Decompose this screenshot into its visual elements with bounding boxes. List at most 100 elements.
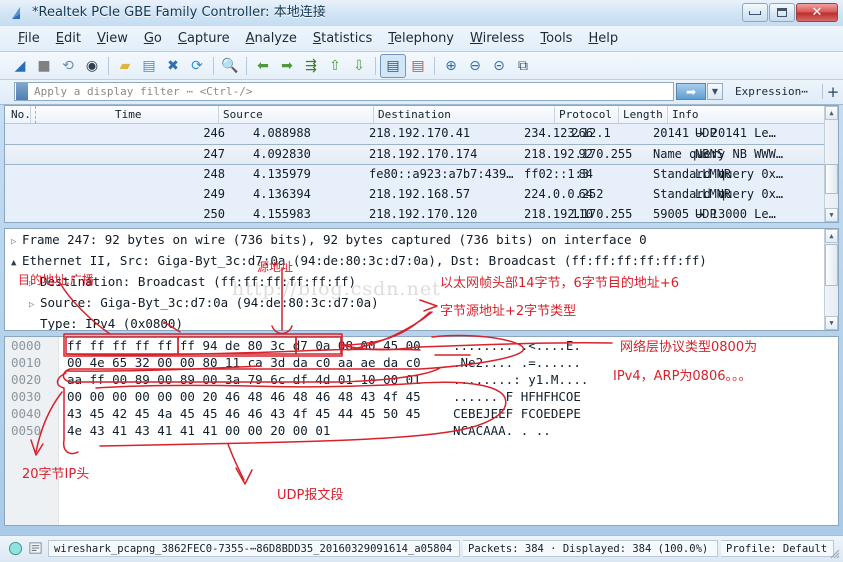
menu-telephony[interactable]: Telephony: [380, 29, 462, 48]
detail-row-destination[interactable]: ▷ Destination: Broadcast (ff:ff:ff:ff:ff:…: [5, 271, 838, 292]
filter-expression-button[interactable]: Expression⋯: [735, 83, 808, 100]
zoom-out-icon[interactable]: ⊖: [463, 55, 487, 77]
menu-go[interactable]: Go: [136, 29, 170, 48]
packet-detail-pane[interactable]: ▷ Frame 247: 92 bytes on wire (736 bits),…: [4, 228, 839, 331]
status-packet-counts: Packets: 384 · Displayed: 384 (100.0%): [463, 540, 718, 557]
menu-tools[interactable]: Tools: [532, 29, 580, 48]
go-first-packet-icon[interactable]: ⇧: [323, 55, 347, 77]
column-header-protocol[interactable]: Protocol: [559, 108, 612, 121]
column-header-dest[interactable]: Destination: [378, 108, 451, 121]
column-header-info[interactable]: Info: [672, 108, 699, 121]
scroll-up-icon[interactable]: ▲: [825, 229, 838, 243]
table-row-selected[interactable]: 247 4.092830 218.192.170.174 218.192.170…: [5, 144, 838, 165]
filter-history-dropdown[interactable]: ▼: [707, 83, 723, 100]
detail-row-type[interactable]: Type: IPv4 (0x0800): [5, 313, 838, 330]
packet-list-header[interactable]: No. Time Source Destination Protocol Len…: [5, 106, 838, 124]
column-header-source[interactable]: Source: [223, 108, 263, 121]
hex-row[interactable]: 0040 43 45 42 45 4a 45 45 46 46 43 4f 45…: [5, 405, 838, 422]
hex-row[interactable]: 0030 00 00 00 00 00 00 20 46 48 46 48 46…: [5, 388, 838, 405]
close-file-icon[interactable]: ✖: [161, 55, 185, 77]
hex-bytes[interactable]: 00 00 00 00 00 00 20 46 48 46 48 46 48 4…: [67, 388, 421, 405]
hex-ascii[interactable]: .Ne2.... .=......: [453, 354, 581, 371]
scroll-down-icon[interactable]: ▼: [825, 316, 838, 330]
reload-file-icon[interactable]: ⟳: [185, 55, 209, 77]
capture-options-icon[interactable]: ◉: [80, 55, 104, 77]
open-file-icon[interactable]: ▰: [113, 55, 137, 77]
status-profile[interactable]: Profile: Default: [721, 540, 834, 557]
menu-file[interactable]: File: [10, 29, 48, 48]
go-to-packet-icon[interactable]: ⇶: [299, 55, 323, 77]
scrollbar-thumb[interactable]: [825, 164, 838, 194]
cell-length: 92: [578, 147, 593, 161]
minimize-button[interactable]: [742, 3, 768, 22]
packet-list-pane[interactable]: No. Time Source Destination Protocol Len…: [4, 105, 839, 223]
start-capture-icon[interactable]: ◢: [8, 55, 32, 77]
hex-row[interactable]: 0000 ff ff ff ff ff ff 94 de 80 3c d7 0a…: [5, 337, 838, 354]
save-file-icon[interactable]: ▤: [137, 55, 161, 77]
table-row[interactable]: 248 4.135979 fe80::a923:a7b7:439… ff02::…: [5, 165, 838, 185]
column-header-no[interactable]: No.: [11, 108, 31, 121]
filter-bookmark-icon[interactable]: [16, 83, 28, 100]
hex-ascii[interactable]: ...... F HFHFHCOE: [453, 388, 581, 405]
detail-row-frame[interactable]: ▷ Frame 247: 92 bytes on wire (736 bits),…: [5, 229, 838, 250]
find-packet-icon-glyph: 🔍: [221, 57, 239, 74]
maximize-button[interactable]: [769, 3, 795, 22]
go-forward-icon[interactable]: ➡: [275, 55, 299, 77]
close-button[interactable]: ✕: [796, 3, 838, 22]
menu-edit[interactable]: Edit: [48, 29, 89, 48]
scroll-down-icon[interactable]: ▼: [825, 208, 838, 222]
scroll-up-icon[interactable]: ▲: [825, 106, 838, 120]
add-filter-button-button[interactable]: +: [826, 83, 840, 101]
menu-help[interactable]: Help: [580, 29, 626, 48]
hex-bytes[interactable]: aa ff 00 89 00 89 00 3a 79 6c df 4d 01 1…: [67, 371, 421, 388]
status-capture-file[interactable]: wireshark_pcapng_3862FEC0-7355-⋯86D8BDD3…: [48, 540, 460, 557]
table-row[interactable]: 249 4.136394 218.192.168.57 224.0.0.252 …: [5, 185, 838, 205]
hex-bytes[interactable]: 43 45 42 45 4a 45 45 46 46 43 4f 45 44 4…: [67, 405, 421, 422]
colorize-icon[interactable]: ▤: [406, 55, 430, 77]
toolbar-separator: [434, 56, 435, 75]
table-row[interactable]: 250 4.155983 218.192.170.120 218.192.170…: [5, 205, 838, 222]
packet-bytes-pane[interactable]: 0000 ff ff ff ff ff ff 94 de 80 3c d7 0a…: [4, 336, 839, 526]
go-last-packet-icon[interactable]: ⇩: [347, 55, 371, 77]
reload-file-icon-glyph: ⟳: [191, 57, 203, 74]
menu-analyze[interactable]: Analyze: [238, 29, 305, 48]
resize-columns-icon[interactable]: ⧉: [511, 55, 535, 77]
hex-row[interactable]: 0020 aa ff 00 89 00 89 00 3a 79 6c df 4d…: [5, 371, 838, 388]
hex-bytes[interactable]: 4e 43 41 43 41 41 41 00 00 20 00 01: [67, 422, 330, 439]
menu-wireless[interactable]: Wireless: [462, 29, 532, 48]
display-filter-input[interactable]: Apply a display filter ⋯ <Ctrl-/>: [14, 82, 674, 101]
hex-bytes[interactable]: 00 4e 65 32 00 00 80 11 ca 3d da c0 aa a…: [67, 354, 421, 371]
toolbar-separator: [213, 56, 214, 75]
go-back-icon[interactable]: ⬅: [251, 55, 275, 77]
apply-filter-button[interactable]: ➡: [676, 83, 706, 100]
stop-capture-icon[interactable]: ■: [32, 55, 56, 77]
menu-capture[interactable]: Capture: [170, 29, 238, 48]
hex-ascii[interactable]: ........: y1.M....: [453, 371, 588, 388]
packet-list-scrollbar[interactable]: ▲ ▼: [824, 106, 838, 222]
hex-ascii[interactable]: CEBEJEEF FCOEDEPE: [453, 405, 581, 422]
hex-ascii[interactable]: NCACAAA. . ..: [453, 422, 551, 439]
expert-info-icon[interactable]: [8, 541, 23, 556]
scrollbar-thumb[interactable]: [825, 244, 838, 286]
detail-row-ethernet[interactable]: ▲ Ethernet II, Src: Giga-Byt_3c:d7:0a (94…: [5, 250, 838, 271]
table-row[interactable]: 246 4.088988 218.192.170.41 234.123.12.1…: [5, 124, 838, 144]
detail-row-source[interactable]: ▷ Source: Giga-Byt_3c:d7:0a (94:de:80:3c:…: [5, 292, 838, 313]
hex-row[interactable]: 0010 00 4e 65 32 00 00 80 11 ca 3d da c0…: [5, 354, 838, 371]
packet-detail-scrollbar[interactable]: ▲ ▼: [824, 229, 838, 330]
zoom-in-icon[interactable]: ⊕: [439, 55, 463, 77]
menu-statistics[interactable]: Statistics: [305, 29, 380, 48]
hex-row[interactable]: 0050 4e 43 41 43 41 41 41 00 00 20 00 01…: [5, 422, 838, 439]
menu-label-rest: elephony: [394, 31, 455, 46]
resize-grip-icon[interactable]: [828, 547, 840, 559]
hex-ascii[interactable]: ........ .<....E.: [453, 337, 581, 354]
find-packet-icon[interactable]: 🔍: [218, 55, 242, 77]
normal-size-icon[interactable]: ⊝: [487, 55, 511, 77]
menu-view[interactable]: View: [89, 29, 136, 48]
auto-scroll-icon[interactable]: ▤: [380, 53, 406, 78]
capture-comment-icon[interactable]: [28, 541, 43, 556]
stop-capture-icon-glyph: ■: [37, 57, 51, 74]
column-header-length[interactable]: Length: [623, 108, 663, 121]
column-header-time[interactable]: Time: [115, 108, 142, 121]
restart-capture-icon[interactable]: ⟲: [56, 55, 80, 77]
hex-bytes[interactable]: ff ff ff ff ff ff 94 de 80 3c d7 0a 08 0…: [67, 337, 421, 354]
